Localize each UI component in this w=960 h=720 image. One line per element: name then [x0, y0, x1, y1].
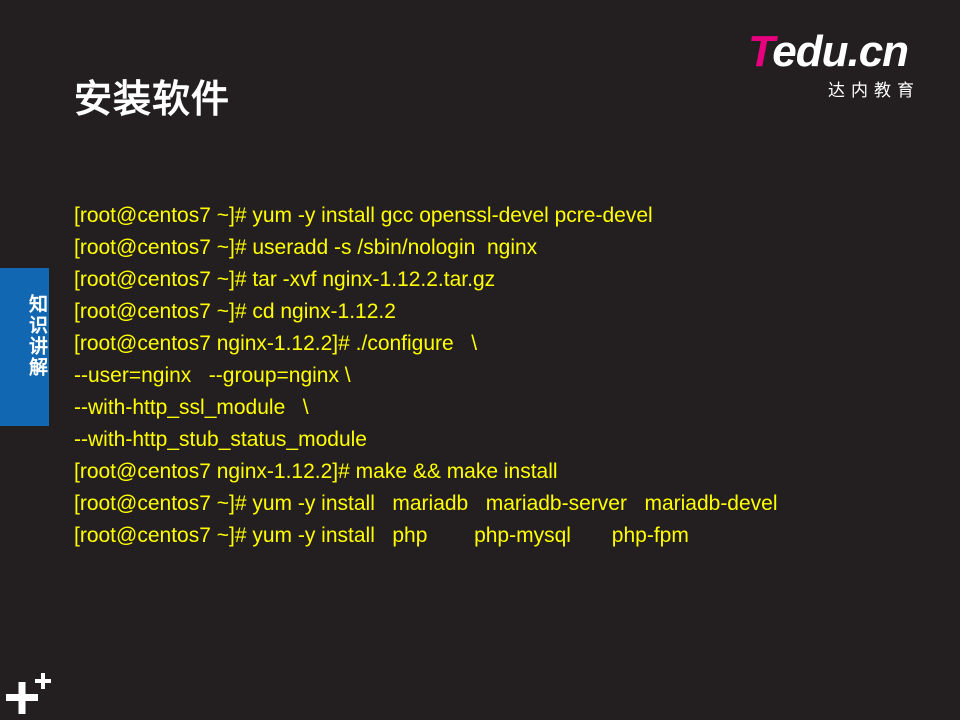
slide-title: 安装软件 — [74, 77, 231, 121]
side-tab: 知识讲解 — [0, 268, 49, 426]
tedu-logo: Tedu.cn 达内教育 — [748, 27, 938, 102]
code-line: [root@centos7 ~]# cd nginx-1.12.2 — [74, 300, 396, 323]
code-line: [root@centos7 nginx-1.12.2]# ./configure… — [74, 332, 478, 355]
code-line: [root@centos7 ~]# yum -y install gcc ope… — [74, 204, 653, 227]
code-line: [root@centos7 nginx-1.12.2]# make && mak… — [74, 460, 558, 483]
code-line: --with-http_stub_status_module — [74, 428, 367, 451]
logo-wordmark-rest: edu.cn — [772, 27, 909, 76]
code-line: [root@centos7 ~]# useradd -s /sbin/nolog… — [74, 236, 538, 259]
plus-plus-icon — [6, 673, 51, 714]
logo-wordmark: Tedu.cn — [748, 27, 909, 76]
side-tab-label: 知识讲解 — [26, 294, 48, 378]
code-line: [root@centos7 ~]# yum -y install php php… — [74, 524, 689, 547]
code-line: --user=nginx --group=nginx \ — [74, 364, 351, 387]
code-line: --with-http_ssl_module \ — [74, 396, 309, 419]
code-block: [root@centos7 ~]# yum -y install gcc ope… — [74, 200, 944, 552]
code-line: [root@centos7 ~]# tar -xvf nginx-1.12.2.… — [74, 268, 496, 291]
logo-wordmark-t: T — [748, 27, 773, 76]
code-line: [root@centos7 ~]# yum -y install mariadb… — [74, 492, 778, 515]
logo-tagline: 达内教育 — [828, 81, 920, 101]
